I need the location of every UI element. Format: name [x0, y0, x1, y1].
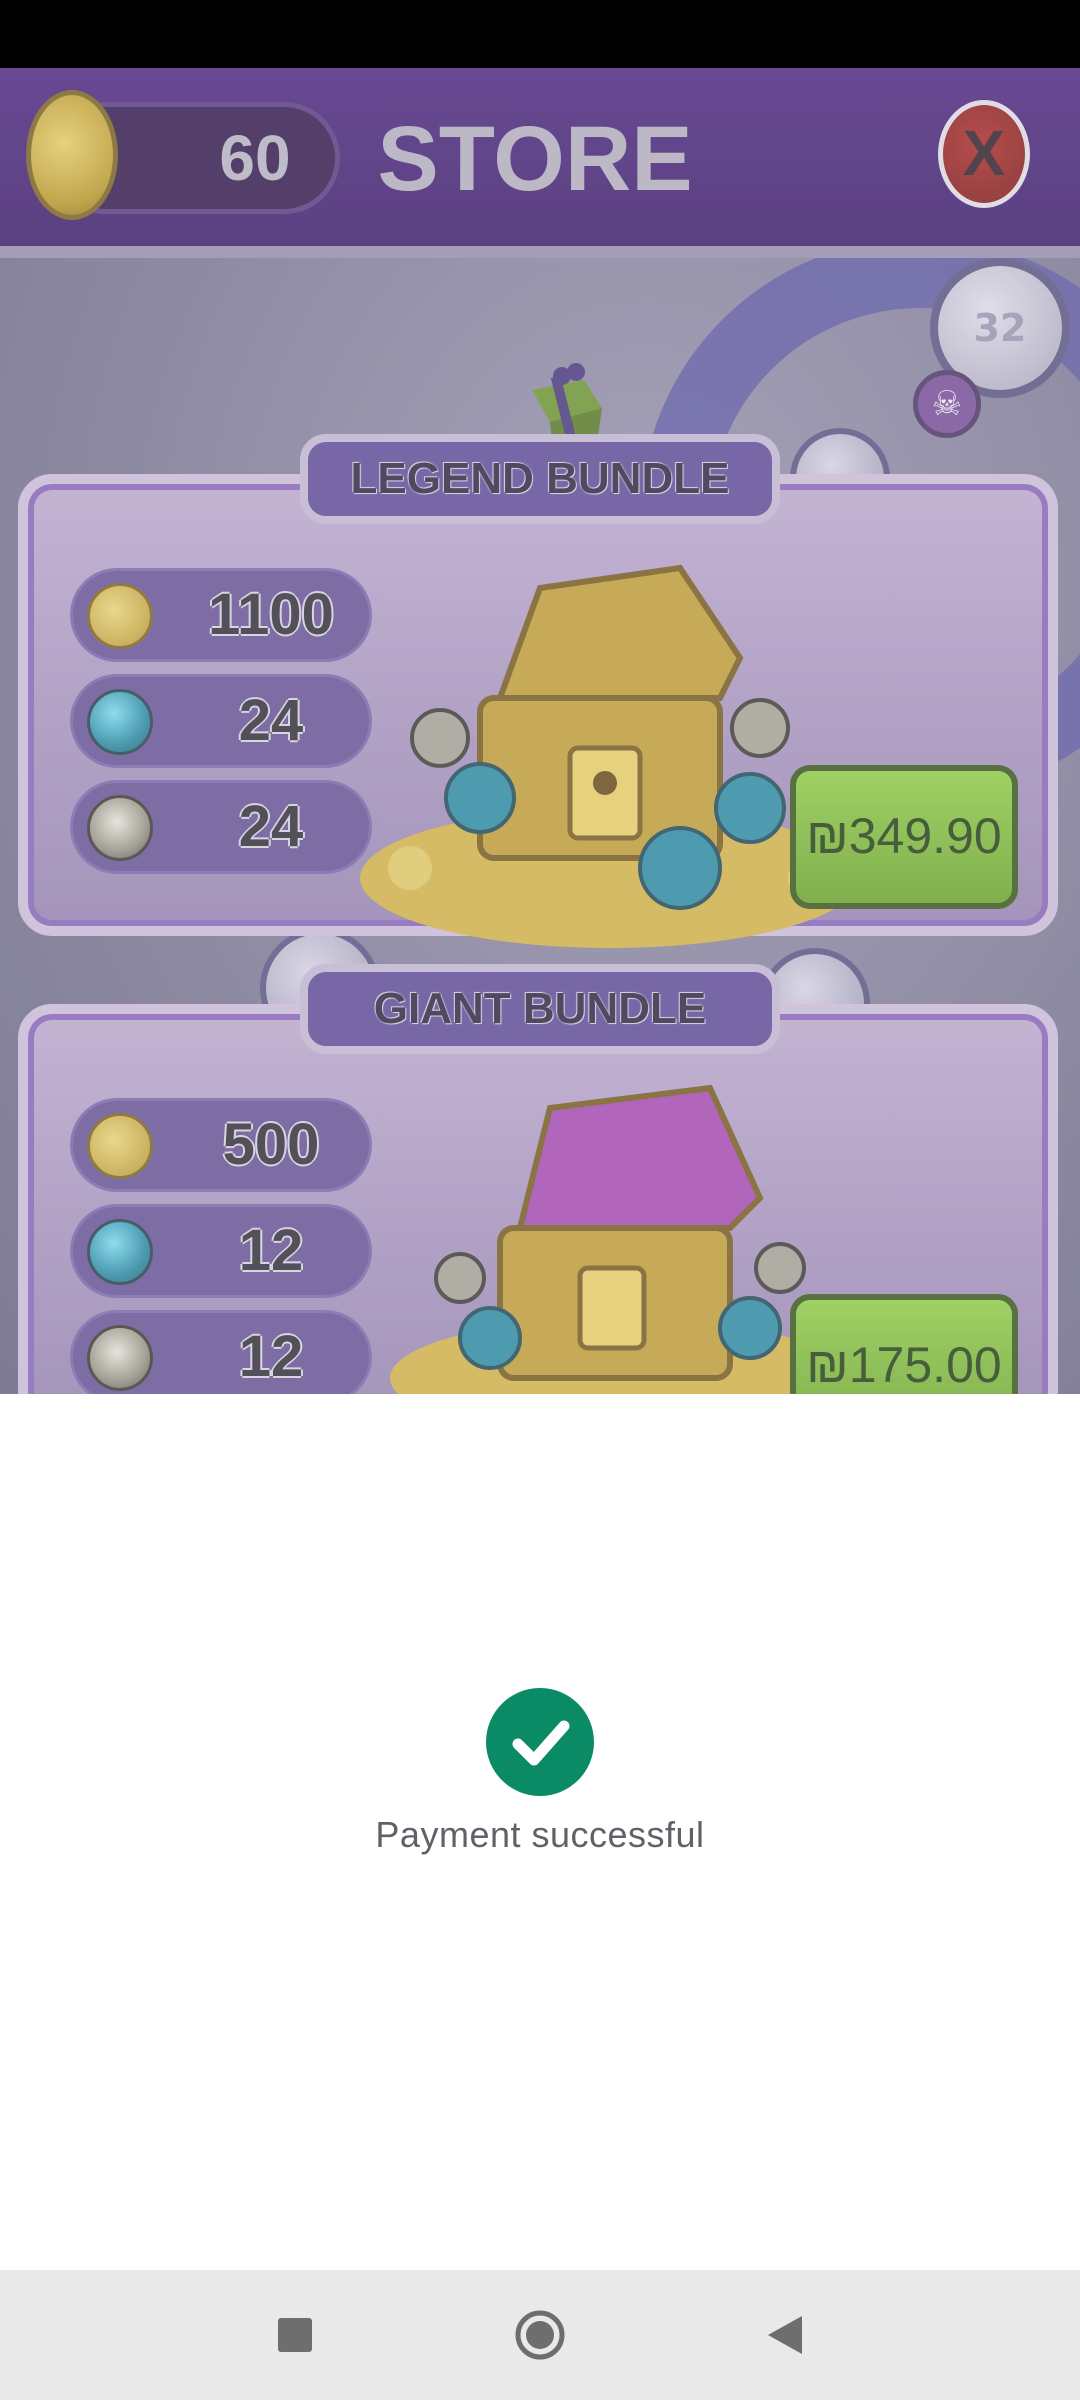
dim-overlay — [0, 68, 1080, 1394]
payment-status-text: Payment successful — [375, 1814, 705, 1855]
system-nav-bar — [0, 2270, 1080, 2400]
recents-square-icon[interactable] — [260, 2300, 330, 2370]
status-bar — [0, 0, 1080, 68]
success-check-icon — [486, 1688, 594, 1796]
back-triangle-icon[interactable] — [750, 2300, 820, 2370]
payment-confirmation-sheet: Payment successful — [0, 1394, 1080, 2270]
home-circle-icon[interactable] — [505, 2300, 575, 2370]
store-screen: 32 ☠ 60 STORE X LEGEND BUNDLE 1100 24 24 — [0, 68, 1080, 1394]
